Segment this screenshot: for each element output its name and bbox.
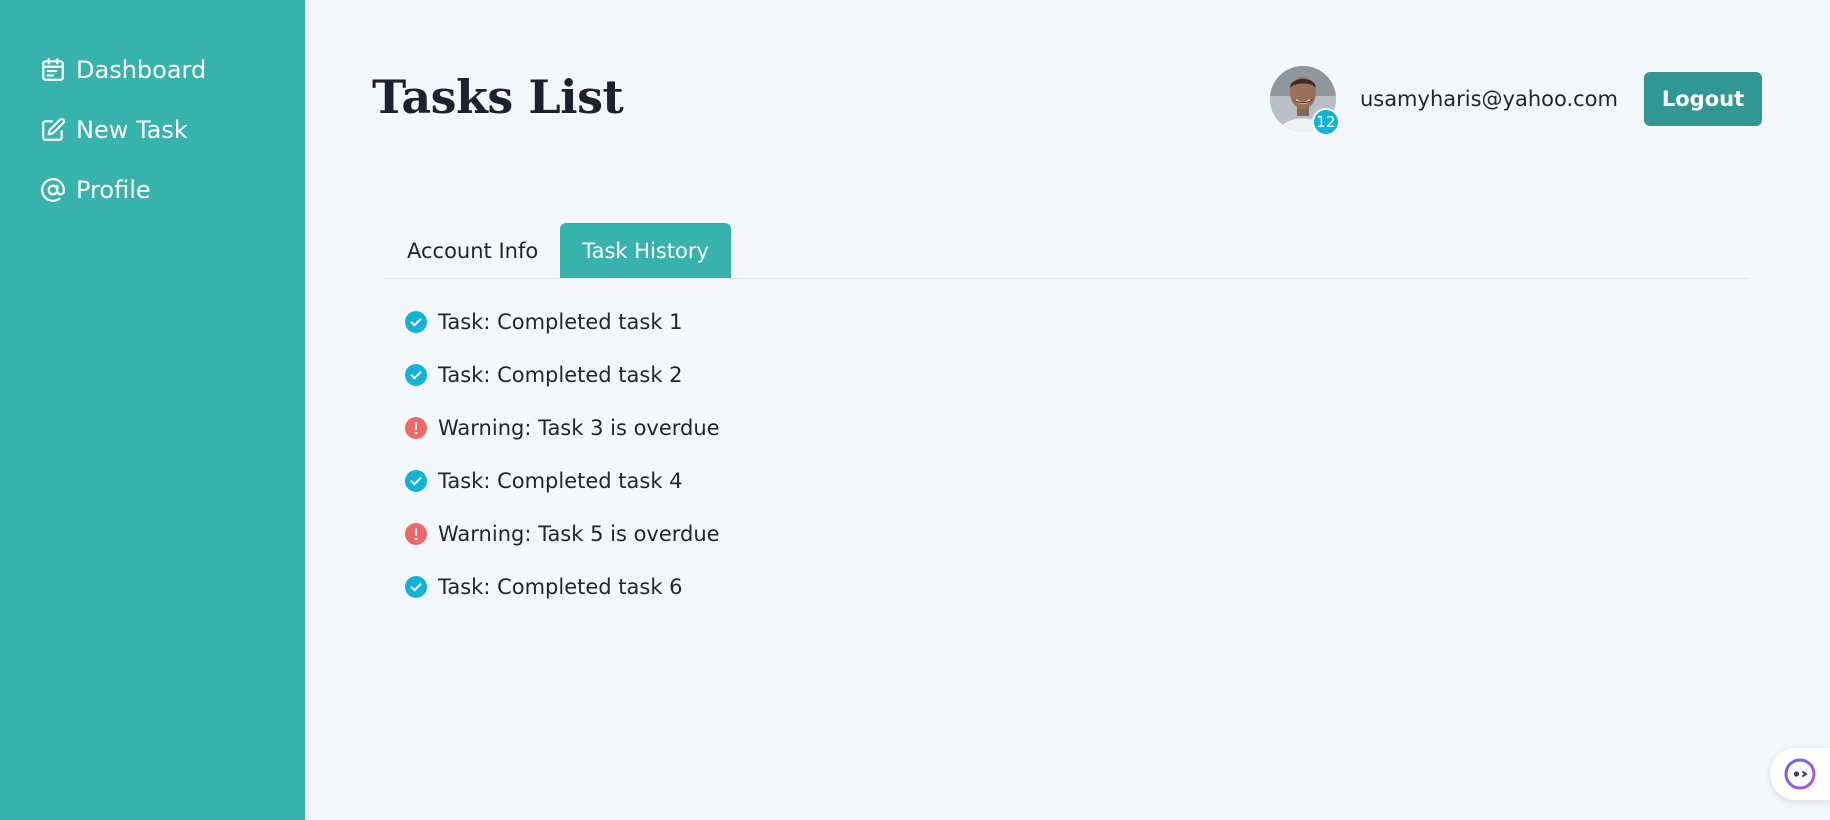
list-item: Task: Completed task 1 bbox=[405, 295, 720, 348]
list-item: Warning: Task 3 is overdue bbox=[405, 401, 720, 454]
sidebar-item-new-task[interactable]: New Task bbox=[0, 100, 305, 160]
list-item-text: Task: Completed task 1 bbox=[438, 309, 683, 334]
check-circle-icon bbox=[405, 310, 427, 333]
tab-account-info[interactable]: Account Info bbox=[385, 223, 560, 278]
check-circle-icon bbox=[405, 575, 427, 598]
calendar-icon bbox=[40, 57, 66, 83]
list-item: Warning: Task 5 is overdue bbox=[405, 507, 720, 560]
notification-badge: 12 bbox=[1311, 108, 1340, 136]
sidebar-item-label: Profile bbox=[76, 176, 151, 204]
tab-task-history[interactable]: Task History bbox=[560, 223, 731, 278]
check-circle-icon bbox=[405, 469, 427, 492]
list-item: Task: Completed task 4 bbox=[405, 454, 720, 507]
sidebar: Dashboard New Task Profile bbox=[0, 0, 305, 820]
tab-bar: Account Info Task History bbox=[385, 223, 1750, 279]
sidebar-item-label: Dashboard bbox=[76, 56, 207, 84]
list-item-text: Task: Completed task 4 bbox=[438, 468, 683, 493]
check-circle-icon bbox=[405, 363, 427, 386]
edit-icon bbox=[40, 117, 66, 143]
sidebar-item-profile[interactable]: Profile bbox=[0, 160, 305, 220]
list-item-text: Warning: Task 3 is overdue bbox=[438, 415, 720, 440]
list-item-text: Task: Completed task 2 bbox=[438, 362, 683, 387]
page-title: Tasks List bbox=[372, 70, 624, 124]
user-area: 12 usamyharis@yahoo.com Logout bbox=[1269, 66, 1762, 136]
list-item: Task: Completed task 6 bbox=[405, 560, 720, 613]
user-email: usamyharis@yahoo.com bbox=[1359, 87, 1618, 111]
sidebar-item-dashboard[interactable]: Dashboard bbox=[0, 40, 305, 100]
sidebar-item-label: New Task bbox=[76, 116, 188, 144]
avatar-wrapper[interactable]: 12 bbox=[1269, 66, 1340, 136]
assistant-widget-button[interactable] bbox=[1770, 748, 1830, 800]
warning-circle-icon bbox=[405, 522, 427, 545]
logout-button[interactable]: Logout bbox=[1644, 72, 1762, 126]
list-item-text: Task: Completed task 6 bbox=[438, 574, 683, 599]
task-history-list: Task: Completed task 1 Task: Completed t… bbox=[405, 295, 720, 613]
main-content: Tasks List 12 usamyharis@yahoo.com Logou… bbox=[305, 0, 1830, 820]
list-item-text: Warning: Task 5 is overdue bbox=[438, 521, 720, 546]
at-icon bbox=[40, 177, 66, 203]
list-item: Task: Completed task 2 bbox=[405, 348, 720, 401]
assistant-icon bbox=[1783, 757, 1817, 791]
warning-circle-icon bbox=[405, 416, 427, 439]
